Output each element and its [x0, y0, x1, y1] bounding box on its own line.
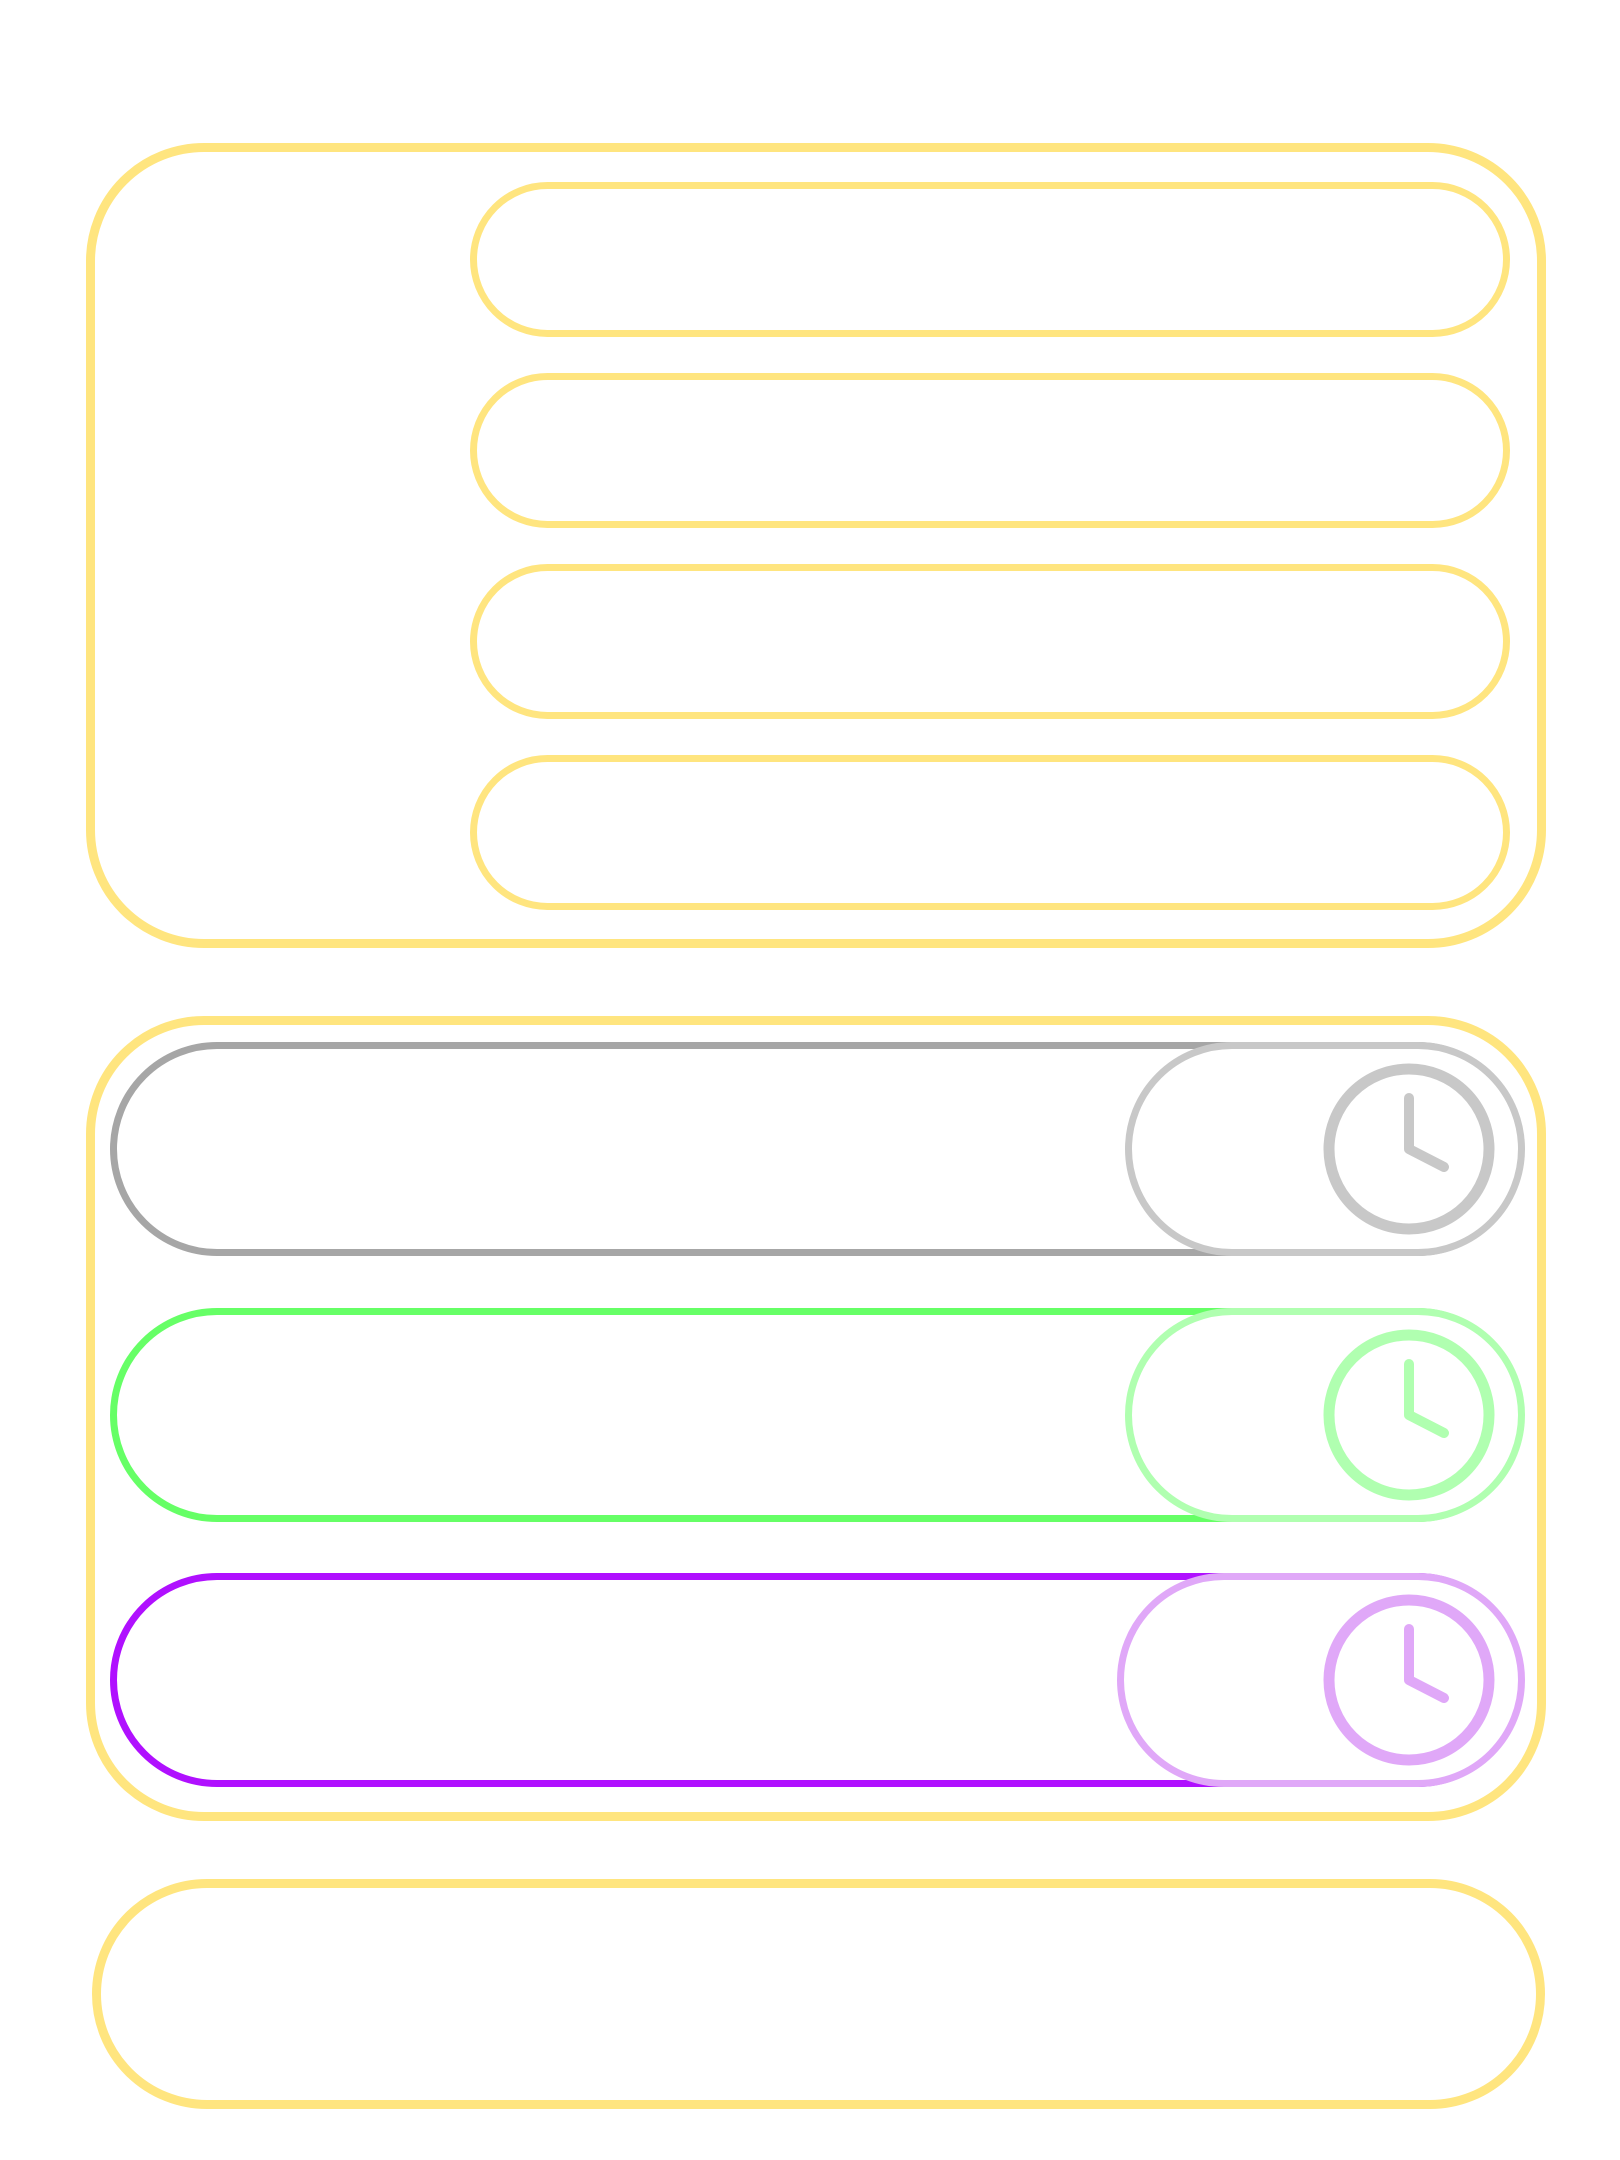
clock-icon [1323, 1594, 1495, 1766]
top-slot-4[interactable] [470, 755, 1510, 910]
top-slot-2[interactable] [470, 373, 1510, 528]
clock-icon [1323, 1063, 1495, 1235]
top-slot-1[interactable] [470, 182, 1510, 337]
top-slot-3[interactable] [470, 564, 1510, 719]
clock-icon [1323, 1329, 1495, 1501]
bottom-bar[interactable] [92, 1879, 1545, 2109]
